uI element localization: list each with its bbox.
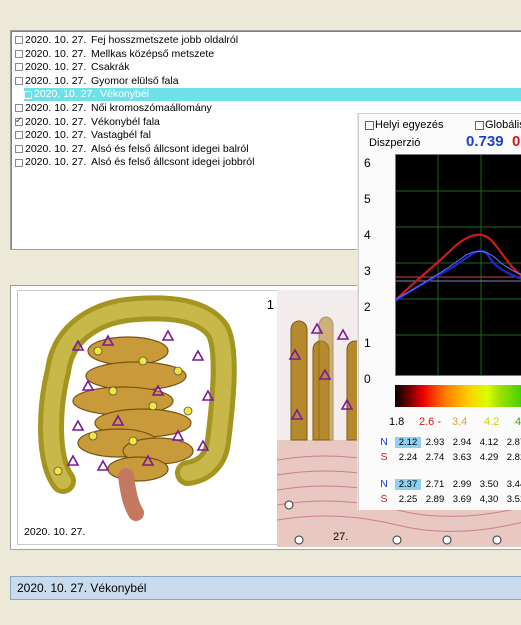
checkbox-icon[interactable] [15,131,23,140]
scale-label: 2.6 - [419,416,442,428]
list-item[interactable]: 2020. 10. 27. Fej hosszmetszete jobb olda… [15,34,521,47]
checkbox-icon[interactable] [15,36,23,45]
global-label: Globális [485,119,521,131]
checkbox-icon[interactable] [15,145,23,154]
table-cell: 2.99 [452,479,472,490]
list-item-date: 2020. 10. 27. [25,142,87,155]
table-row: N 2.12 2.93 2.94 4.12 2.87 [369,436,521,451]
status-text: 2020. 10. 27. Vékonybél [17,581,147,595]
spectrum-plot [395,154,521,376]
list-item-date: 2020. 10. 27. [25,61,87,74]
y-tick-label: 1 [364,336,371,350]
list-item-date: 2020. 10. 27. [25,47,87,60]
checkbox-icon[interactable] [365,120,374,130]
list-item-label: Vastagbél fal [91,129,151,142]
status-bar: 2020. 10. 27. Vékonybél [10,576,521,600]
table-cell: 3.50 [479,479,499,490]
local-match-checkbox[interactable]: Helyi egyezés [365,119,443,131]
list-item-label: Gyomor elülső fala [91,74,179,87]
table-cell: 2.89 [425,494,445,505]
table-cell: 2.87 [506,437,521,448]
table-cell: 3.63 [452,452,472,463]
checkbox-icon[interactable] [24,90,32,99]
list-item-date: 2020. 10. 27. [25,34,87,46]
table-row: S 2.24 2.74 3.63 4.29 2.82 [369,451,521,466]
table-row: S 2.25 2.89 3.69 4,30 3.52 [369,493,521,508]
small-intestine-image [38,295,237,521]
list-item-label: Alsó és felső állcsont idegei jobbról [91,156,255,169]
list-item-label: Mellkas középső metszete [91,47,215,60]
table-cell: 2.82 [506,452,521,463]
list-item-date: 2020. 10. 27. [25,74,87,87]
values-table: N 2.12 2.93 2.94 4.12 2.87 S 2.24 2.74 3.63 4.29 2.… [369,436,521,508]
image-number: 1 [266,297,274,312]
table-cell: 4,30 [479,494,499,505]
row-label: N [380,436,388,448]
y-tick-label: 0 [364,372,371,386]
local-match-label: Helyi egyezés [375,119,444,131]
scale-label: 1.8 [389,416,405,428]
checkbox-icon[interactable] [15,114,23,127]
list-item-date: 2020. 10. 27. [25,156,87,169]
scale-label: 3.4 [452,416,468,428]
y-tick-label: 2 [364,300,371,314]
image-number: 27. [333,531,349,543]
list-item-date: 2020. 10. 27. [25,129,87,142]
y-tick-label: 5 [364,192,371,206]
checkbox-icon[interactable] [15,104,23,113]
intestine-illustration[interactable]: 1 2020. 10. 27. [17,290,283,545]
row-label: S [380,493,388,505]
table-cell: 3.44 [506,479,521,490]
list-item-label: Női kromoszómaállomány [91,102,212,114]
list-item-date: 2020. 10. 27. [25,115,87,128]
dispersion-value: 0.739 [466,133,504,150]
global-checkbox[interactable]: Globális [475,119,521,131]
list-item-label: Alsó és felső állcsont idegei balról [91,142,249,155]
list-item-label: Vékonybél fala [91,115,160,128]
row-label: N [380,478,388,490]
scale-label: 4.2 [484,416,500,428]
row-label: S [380,451,388,463]
dispersion-label: Diszperzió [369,137,421,149]
list-item-label: Fej hosszmetszete jobb oldalról [91,34,239,46]
list-item[interactable]: 2020. 10. 27. Mellkas középső metszete [15,48,521,61]
y-tick-label: 4 [364,228,371,242]
table-cell: 2.24 [398,452,418,463]
table-cell: 2.71 [425,479,445,490]
table-cell: 4.12 [479,437,499,448]
table-cell: 3.52 [506,494,521,505]
table-cell: 2.25 [398,494,418,505]
list-item-date: 2020. 10. 27. [34,88,96,101]
table-cell: 2.94 [452,437,472,448]
list-item[interactable]: 2020. 10. 27. Vékonybél [24,88,521,102]
list-item-date: 2020. 10. 27. [25,102,87,114]
list-item-label: Vékonybél [100,88,150,101]
table-cell: 2.12 [395,437,421,448]
y-tick-label: 3 [364,264,371,278]
list-item-label: Csakrák [91,61,130,74]
checkbox-icon[interactable] [15,63,23,72]
spectrum-graph [395,155,521,375]
checkbox-icon[interactable] [15,77,23,86]
analysis-panel: Helyi egyezés Globális Diszperzió 0.739 … [358,113,521,510]
table-row: N 2.37 2.71 2.99 3.50 3.44 [369,478,521,493]
y-tick-label: 6 [364,156,371,170]
list-item[interactable]: 2020. 10. 27. Csakrák [15,61,521,74]
table-cell: 2.74 [425,452,445,463]
checkbox-icon[interactable] [475,120,484,130]
table-cell: 2.37 [395,479,421,490]
list-item[interactable]: 2020. 10. 27. Gyomor elülső fala [15,75,521,88]
checkbox-icon[interactable] [15,49,23,58]
table-cell: 2.93 [425,437,445,448]
color-scale-bar [395,385,521,407]
table-cell: 3.69 [452,494,472,505]
checkbox-icon[interactable] [15,158,23,167]
table-cell: 4.29 [479,452,499,463]
dispersion-value-secondary: 0 [512,133,521,150]
scale-label: 4 [515,416,521,428]
image-date: 2020. 10. 27. [24,526,86,538]
